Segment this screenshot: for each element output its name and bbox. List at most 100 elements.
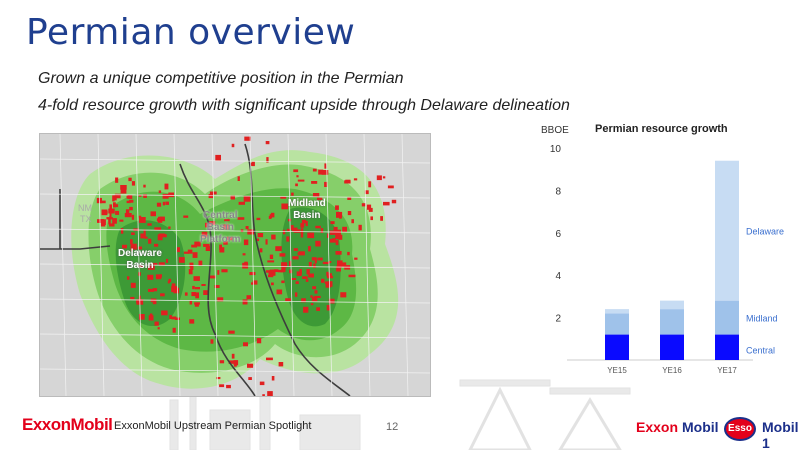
acreage-patch (194, 302, 200, 305)
acreage-patch (256, 217, 261, 221)
map-county-line (401, 134, 409, 396)
acreage-patch (168, 226, 171, 229)
acreage-patch (351, 219, 354, 224)
acreage-patch (172, 327, 176, 333)
acreage-patch (249, 272, 256, 276)
acreage-patch (247, 229, 254, 235)
acreage-patch (147, 274, 154, 280)
acreage-patch (267, 391, 273, 396)
acreage-patch (286, 236, 290, 242)
y-tick-label: 4 (555, 271, 561, 282)
acreage-patch (210, 339, 214, 344)
acreage-patch (317, 257, 323, 261)
acreage-patch (295, 183, 298, 187)
acreage-patch (237, 176, 240, 181)
acreage-patch (242, 262, 249, 269)
acreage-patch (139, 217, 146, 223)
acreage-patch (322, 261, 329, 265)
acreage-patch (217, 270, 220, 275)
acreage-patch (191, 292, 196, 297)
delaware-basin-label: Delaware Basin (118, 248, 162, 271)
acreage-patch (266, 357, 273, 361)
acreage-patch (257, 233, 264, 238)
mobil-logo: Mobil (682, 419, 719, 435)
y-tick-label: 6 (555, 229, 561, 240)
acreage-patch (174, 317, 180, 320)
acreage-patch (391, 199, 397, 204)
acreage-patch (168, 192, 174, 198)
acreage-patch (271, 271, 276, 276)
acreage-patch (161, 310, 168, 316)
acreage-patch (335, 234, 340, 240)
acreage-patch (335, 251, 342, 255)
acreage-patch (279, 253, 286, 257)
bar-central-ye15 (605, 334, 629, 360)
acreage-patch (129, 206, 133, 211)
acreage-patch (183, 215, 189, 218)
acreage-patch (265, 141, 270, 145)
exxon-logo: Exxon (636, 419, 679, 435)
acreage-patch (157, 234, 163, 241)
acreage-patch (158, 216, 163, 223)
acreage-patch (314, 290, 318, 294)
acreage-patch (265, 239, 268, 245)
acreage-patch (347, 251, 350, 256)
acreage-patch (173, 287, 180, 294)
bar-midland-ye16 (660, 309, 684, 335)
esso-logo: Esso (724, 417, 756, 441)
acreage-patch (326, 271, 329, 277)
acreage-patch (183, 251, 189, 254)
acreage-patch (152, 298, 157, 305)
acreage-patch (271, 282, 274, 286)
acreage-patch (266, 157, 269, 163)
acreage-patch (312, 193, 320, 197)
acreage-patch (148, 238, 152, 244)
acreage-patch (370, 216, 373, 221)
central-basin-platform-label: Central Basin Platform (200, 210, 241, 245)
acreage-patch (231, 353, 235, 359)
acreage-patch (326, 304, 330, 311)
acreage-patch (275, 246, 282, 252)
acreage-patch (335, 240, 339, 246)
acreage-patch (304, 307, 309, 311)
acreage-patch (148, 288, 154, 292)
acreage-patch (124, 213, 132, 218)
x-tick-label: YE15 (607, 366, 627, 375)
acreage-patch (308, 246, 311, 252)
acreage-patch (114, 204, 119, 208)
acreage-patch (269, 254, 274, 259)
bar-central-ye16 (660, 334, 684, 360)
acreage-patch (108, 208, 115, 214)
acreage-patch (248, 377, 252, 380)
acreage-patch (215, 154, 221, 161)
acreage-patch (193, 276, 200, 281)
acreage-patch (296, 175, 299, 178)
acreage-patch (376, 175, 382, 181)
acreage-patch (184, 292, 188, 296)
acreage-patch (162, 201, 165, 206)
acreage-patch (342, 226, 347, 232)
y-tick-label: 8 (555, 186, 561, 197)
acreage-patch (127, 276, 130, 280)
permian-map: Midland Basin Delaware Basin Central Basin P… (39, 133, 431, 397)
acreage-patch (233, 360, 239, 366)
acreage-patch (114, 193, 121, 199)
acreage-patch (289, 269, 293, 274)
acreage-patch (130, 239, 133, 244)
acreage-patch (312, 168, 317, 172)
y-axis-label: BBOE (541, 125, 569, 136)
y-tick-label: 2 (555, 314, 561, 325)
acreage-patch (271, 376, 275, 381)
acreage-patch (339, 262, 347, 267)
acreage-patch (128, 177, 132, 182)
map-label-tx: TX (80, 214, 92, 224)
acreage-patch (247, 363, 254, 368)
acreage-patch (281, 280, 285, 284)
acreage-patch (285, 298, 291, 302)
acreage-patch (267, 260, 275, 263)
acreage-patch (221, 269, 228, 273)
map-label-central: Central Basin Platform (200, 210, 241, 246)
x-tick-label: YE17 (717, 366, 737, 375)
acreage-patch (321, 278, 325, 283)
acreage-patch (313, 263, 316, 269)
